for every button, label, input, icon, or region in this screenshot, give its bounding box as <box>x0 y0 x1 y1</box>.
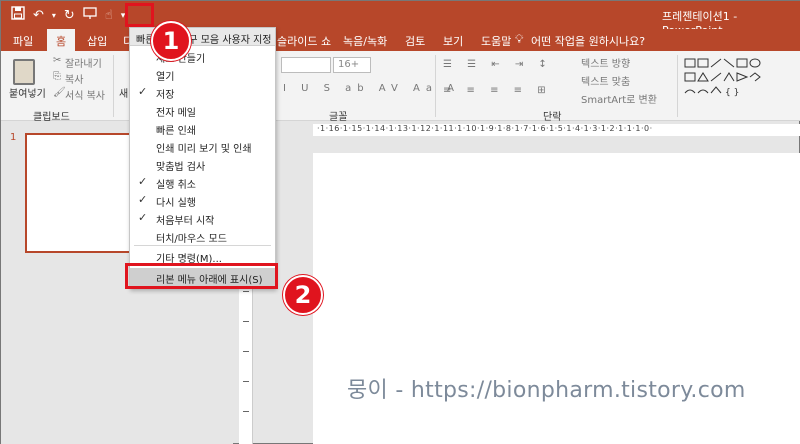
tab-view[interactable]: 보기 <box>443 33 463 49</box>
tab-slideshow[interactable]: 슬라이드 쇼 <box>277 33 331 49</box>
ribbon-tabs: 파일 홈 삽입 디 슬라이드 쇼 녹음/녹화 검토 보기 도움말 💡︎ 어떤 작… <box>1 29 800 51</box>
paste-icon[interactable] <box>13 59 35 85</box>
font-group-label: 글꼴 <box>329 112 348 123</box>
font-name-box[interactable] <box>281 57 331 73</box>
customize-qat-menu: 빠른 실행 도구 모음 사용자 지정 새로 만들기 열기 ✓ 저장 전자 메일 빠… <box>129 27 276 289</box>
step-badge-1: 1 <box>151 21 191 61</box>
divider <box>677 55 678 117</box>
highlight-box-show-below <box>125 263 278 289</box>
clipboard-group-label: 클립보드 <box>33 112 70 123</box>
divider <box>435 55 436 117</box>
menu-item-label: 전자 메일 <box>156 108 196 119</box>
menu-item-label: 터치/마우스 모드 <box>156 234 227 245</box>
font-size-value: 16+ <box>338 59 360 70</box>
list-icons[interactable]: ☰ ☰ ⇤ ⇥ ↕ <box>443 59 553 70</box>
tell-me-search[interactable]: 어떤 작업을 원하시나요? <box>531 33 645 49</box>
menu-item-label: 인쇄 미리 보기 및 인쇄 <box>156 144 252 155</box>
tab-recording[interactable]: 녹음/녹화 <box>343 33 387 49</box>
menu-item-redo[interactable]: ✓ 다시 실행 <box>130 191 275 209</box>
checkmark-icon: ✓ <box>138 193 148 206</box>
menu-item-label: 저장 <box>156 90 175 101</box>
menu-item-undo[interactable]: ✓ 실행 취소 <box>130 173 275 191</box>
menu-item-open[interactable]: 열기 <box>130 65 275 83</box>
ruler-tick <box>243 411 249 412</box>
undo-icon[interactable]: ↶ <box>33 7 44 25</box>
new-slide-button[interactable]: 새 <box>119 85 128 100</box>
menu-separator <box>134 245 271 246</box>
font-format-icons[interactable]: I U S ab AV Aa A <box>283 83 460 94</box>
tab-file[interactable]: 파일 <box>13 33 33 49</box>
menu-item-spelling[interactable]: 맞춤법 검사 <box>130 155 275 173</box>
checkmark-icon: ✓ <box>138 175 148 188</box>
menu-item-label: 다시 실행 <box>156 198 196 209</box>
menu-item-start-from-beginning[interactable]: ✓ 처음부터 시작 <box>130 209 275 227</box>
font-size-box[interactable]: 16+ <box>333 57 371 73</box>
ribbon-home: 붙여넣기 ✂ 잘라내기 ⎘ 복사 🖌︎ 서식 복사 클립보드 새 16+ I U… <box>1 51 800 123</box>
smartart-button[interactable]: SmartArt로 변환 <box>581 91 657 106</box>
title-bar: ↶ ▾ ↻ ☝ ▾ 프레젠테이션1 - PowerPoint <box>1 1 800 37</box>
tab-help[interactable]: 도움말 <box>481 33 511 49</box>
lightbulb-icon: 💡︎ <box>515 32 524 46</box>
horizontal-ruler: ·1·16·1·15·1·14·1·13·1·12·1·11·1·10·1·9·… <box>313 124 800 136</box>
checkmark-icon: ✓ <box>138 85 148 98</box>
ruler-tick <box>243 351 249 352</box>
menu-item-touch-mode[interactable]: 터치/마우스 모드 <box>130 227 275 245</box>
copy-icon[interactable]: ⎘ <box>53 71 61 82</box>
menu-item-email[interactable]: 전자 메일 <box>130 101 275 119</box>
tab-insert[interactable]: 삽입 <box>87 33 107 49</box>
undo-dropdown-icon[interactable]: ▾ <box>52 7 56 25</box>
copy-button[interactable]: 복사 <box>65 71 83 86</box>
menu-item-label: 실행 취소 <box>156 180 196 191</box>
align-icons[interactable]: ≡ ≡ ≡ ≡ ⊞ <box>443 85 552 96</box>
text-direction-button[interactable]: 텍스트 방향 <box>581 55 630 70</box>
text-align-button[interactable]: 텍스트 맞춤 <box>581 73 630 88</box>
menu-item-label: 맞춤법 검사 <box>156 162 206 173</box>
start-from-beginning-icon[interactable] <box>83 6 97 26</box>
svg-text:{ }: { } <box>725 88 739 98</box>
menu-item-quick-print[interactable]: 빠른 인쇄 <box>130 119 275 137</box>
ruler-marks: ·1·16·1·15·1·14·1·13·1·12·1·11·1·10·1·9·… <box>317 124 653 133</box>
redo-icon[interactable]: ↻ <box>64 7 75 25</box>
tab-home[interactable]: 홈 <box>47 29 76 51</box>
paste-button[interactable]: 붙여넣기 <box>9 85 46 100</box>
format-painter-button[interactable]: 서식 복사 <box>65 87 105 102</box>
step-badge-2: 2 <box>283 275 323 315</box>
checkmark-icon: ✓ <box>138 211 148 224</box>
divider <box>113 55 114 117</box>
menu-item-label: 처음부터 시작 <box>156 216 215 227</box>
ruler-tick <box>243 291 249 292</box>
save-icon[interactable] <box>11 6 25 26</box>
format-painter-icon[interactable]: 🖌︎ <box>53 87 66 98</box>
ruler-tick <box>243 321 249 322</box>
shapes-gallery[interactable]: { } <box>683 57 779 101</box>
menu-item-label: 빠른 인쇄 <box>156 126 196 137</box>
tab-review[interactable]: 검토 <box>405 33 425 49</box>
watermark-text: 뭉이 - https://bionpharm.tistory.com <box>347 378 746 403</box>
slide-number: 1 <box>10 132 17 143</box>
highlight-box-qat-dropdown <box>125 3 154 27</box>
menu-item-print-preview[interactable]: 인쇄 미리 보기 및 인쇄 <box>130 137 275 155</box>
ruler-tick <box>243 381 249 382</box>
quick-access-toolbar: ↶ ▾ ↻ ☝ ▾ <box>11 6 125 26</box>
menu-item-new[interactable]: 새로 만들기 <box>130 47 275 65</box>
menu-item-save[interactable]: ✓ 저장 <box>130 83 275 101</box>
paragraph-group-label: 단락 <box>543 112 562 123</box>
powerpoint-window: ↶ ▾ ↻ ☝ ▾ 프레젠테이션1 - PowerPoint 파일 홈 삽입 디… <box>0 0 800 444</box>
menu-item-label: 열기 <box>156 72 175 83</box>
touch-mode-icon[interactable]: ☝ <box>105 7 113 25</box>
cut-button[interactable]: 잘라내기 <box>65 55 102 70</box>
scissors-icon[interactable]: ✂ <box>53 55 61 66</box>
